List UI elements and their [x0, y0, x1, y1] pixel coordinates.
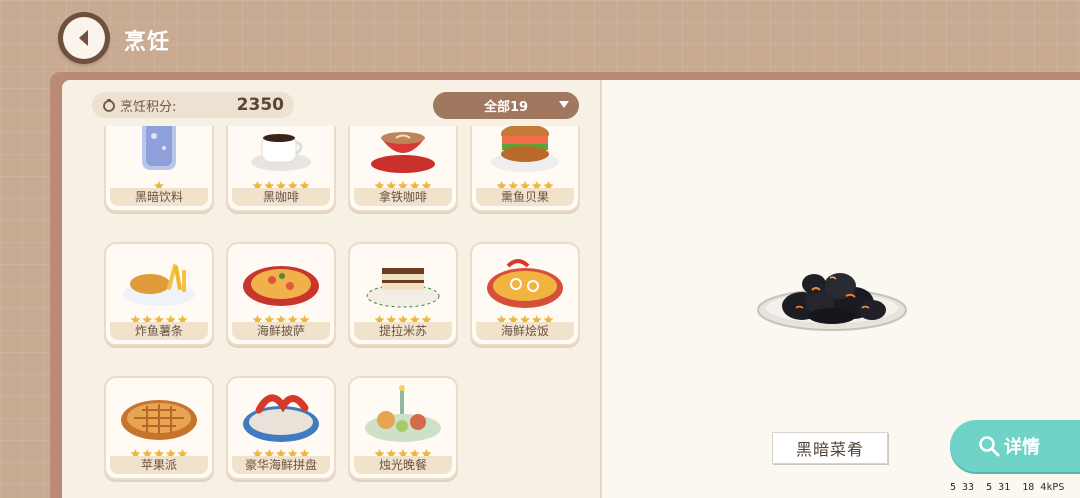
dish-card[interactable]: ★ 黑暗饮料	[104, 126, 214, 212]
smoked-fish-bagel-icon	[478, 126, 572, 178]
dish-name: 炸鱼薯条	[110, 322, 208, 340]
dish-name: 海鲜烩饭	[476, 322, 574, 340]
seafood-paella-icon	[478, 248, 572, 312]
dish-card[interactable]: ★ ★ ★ ★ ★ 炸鱼薯条	[104, 242, 214, 346]
score-value: 2350	[236, 95, 284, 115]
dish-name: 提拉米苏	[354, 322, 452, 340]
cooking-score: 烹饪积分: 2350	[92, 92, 294, 118]
category-filter-dropdown[interactable]: 全部19	[433, 92, 579, 119]
apple-pie-icon	[112, 382, 206, 446]
dish-card[interactable]: ★ ★ ★ ★ ★ 拿铁咖啡	[348, 126, 458, 212]
debug-stat: 5 33	[950, 482, 975, 493]
detail-button-label: 详情	[1004, 437, 1040, 458]
detail-button[interactable]: 详情	[950, 420, 1080, 472]
score-label: 烹饪积分:	[120, 99, 177, 115]
page-title: 烹饪	[124, 30, 171, 55]
dish-name: 熏鱼贝果	[476, 188, 574, 206]
candlelight-dinner-icon	[356, 382, 450, 446]
dish-name: 豪华海鲜拼盘	[232, 456, 330, 474]
dish-name: 拿铁咖啡	[354, 188, 452, 206]
dish-card[interactable]: ★ ★ ★ ★ ★ 黑咖啡	[226, 126, 336, 212]
dark-drink-icon	[112, 126, 206, 178]
debug-stat: 18 4kPS	[1022, 482, 1065, 493]
dish-card[interactable]: ★ ★ ★ ★ ★ 豪华海鲜拼盘	[226, 376, 336, 480]
dish-name: 黑咖啡	[232, 188, 330, 206]
dark-dish-icon	[757, 273, 907, 331]
latte-icon	[356, 126, 450, 178]
back-arrow-icon	[79, 30, 88, 46]
dish-card[interactable]: ★ ★ ★ ★ ★ 提拉米苏	[348, 242, 458, 346]
dish-card[interactable]: ★ ★ ★ ★ ★ 苹果派	[104, 376, 214, 480]
dish-card[interactable]: ★ ★ ★ ★ ★ 烛光晚餐	[348, 376, 458, 480]
dish-grid: ★ 黑暗饮料 ★ ★ ★ ★ ★ 黑咖啡 ★ ★ ★ ★ ★ 拿铁咖啡 ★ ★ ★ ★ ★ 熏鱼贝果 ★ ★ ★ ★ ★ 炸鱼薯条…	[96, 126, 596, 498]
search-icon	[979, 436, 1000, 457]
dish-card[interactable]: ★ ★ ★ ★ ★ 海鲜烩饭	[470, 242, 580, 346]
seafood-platter-icon	[234, 382, 328, 446]
dish-card[interactable]: ★ ★ ★ ★ ★ 海鲜披萨	[226, 242, 336, 346]
fish-and-chips-icon	[112, 248, 206, 312]
debug-overlay: 5 33 5 31 18 4kPS	[950, 482, 1070, 493]
filter-selected: 全部19	[483, 100, 529, 115]
dish-name: 黑暗饮料	[110, 188, 208, 206]
selected-dish-name: 黑暗菜肴	[772, 432, 888, 464]
dish-card[interactable]: ★ ★ ★ ★ ★ 熏鱼贝果	[470, 126, 580, 212]
debug-stat: 5 31	[986, 482, 1011, 493]
pot-icon	[103, 99, 115, 112]
chevron-down-icon	[559, 101, 569, 108]
seafood-pizza-icon	[234, 248, 328, 312]
tiramisu-icon	[356, 248, 450, 312]
dish-name: 苹果派	[110, 456, 208, 474]
back-button[interactable]	[58, 12, 110, 64]
dish-name: 海鲜披萨	[232, 322, 330, 340]
dish-name: 烛光晚餐	[354, 456, 452, 474]
black-coffee-icon	[234, 126, 328, 178]
